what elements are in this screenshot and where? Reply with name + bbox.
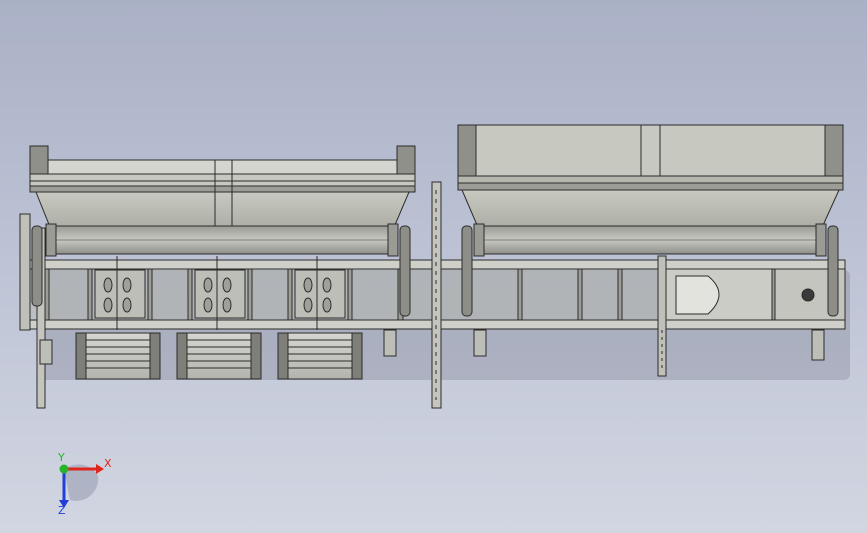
x-axis-arrowhead <box>96 464 104 474</box>
y-axis-dot <box>59 464 69 474</box>
z-axis-label: Z <box>58 504 66 517</box>
wheel-1 <box>75 332 161 380</box>
coordinate-triad: X Y Z <box>57 451 112 517</box>
wheel-set <box>75 332 363 380</box>
cad-viewport[interactable]: X Y Z <box>0 0 867 533</box>
left-hopper <box>29 145 416 257</box>
trailer-model-drawing: X Y Z <box>19 124 850 517</box>
x-axis-label: X <box>104 457 112 470</box>
right-hopper <box>457 124 844 257</box>
wheel-3 <box>277 332 363 380</box>
wheel-2 <box>176 332 262 380</box>
y-axis-label: Y <box>57 451 65 464</box>
kingpin-hole <box>801 288 815 302</box>
